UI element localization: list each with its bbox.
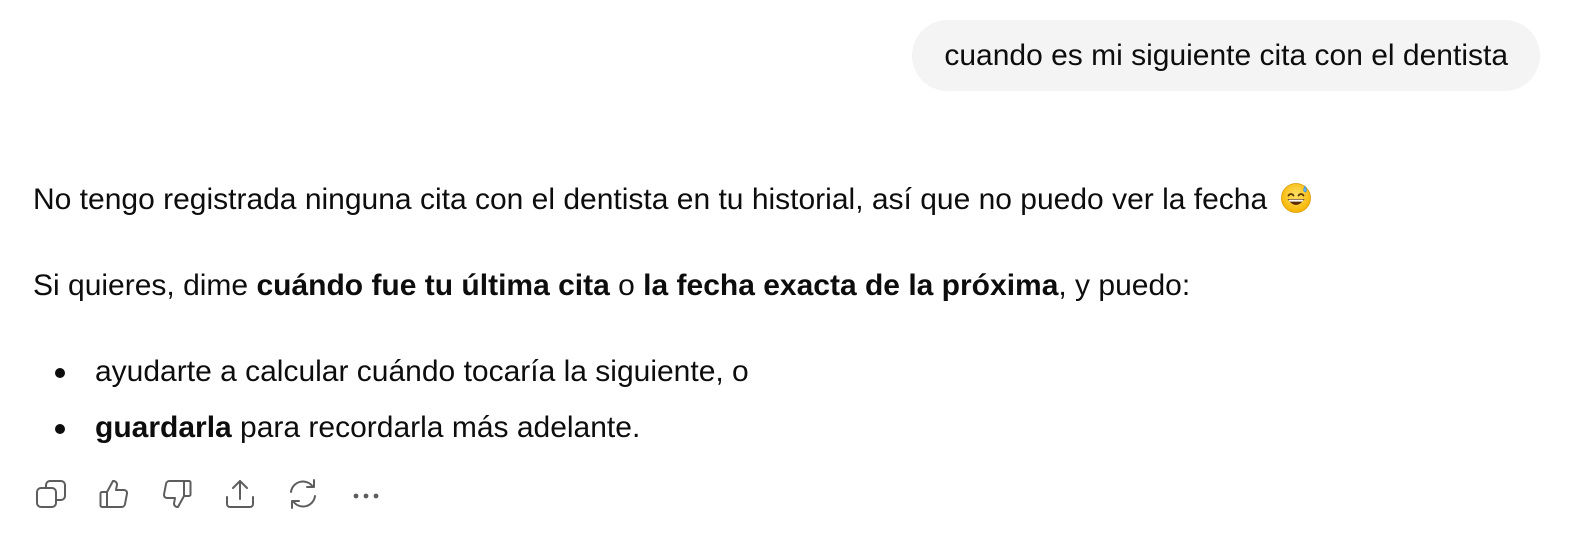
more-icon: [353, 493, 379, 499]
thumbs-down-button[interactable]: [159, 475, 195, 513]
list-item-text: para recordarla más adelante.: [231, 411, 641, 444]
list-item-text: ayudarte a calcular cuándo tocaría la si…: [95, 355, 749, 388]
grinning-face-with-sweat-icon: [1280, 183, 1311, 213]
paragraph-1-text: No tengo registrada ninguna cita con el …: [33, 183, 1268, 216]
bullet-dot: [55, 368, 65, 378]
copy-button[interactable]: [33, 475, 69, 513]
assistant-paragraph-2: Si quieres, dime cuándo fue tu última ci…: [33, 264, 1533, 308]
share-button[interactable]: [222, 475, 258, 513]
assistant-paragraph-1: No tengo registrada ninguna cita con el …: [33, 178, 1533, 222]
paragraph-2-intro: Si quieres, dime: [33, 269, 257, 302]
message-action-bar: [33, 475, 411, 513]
list-item: ayudarte a calcular cuándo tocaría la si…: [33, 350, 1533, 394]
user-message-bubble: cuando es mi siguiente cita con el denti…: [912, 20, 1540, 91]
paragraph-2-end: , y puedo:: [1058, 269, 1191, 302]
thumbs-up-button[interactable]: [96, 475, 132, 513]
share-icon: [226, 480, 254, 508]
list-item: guardarla para recordarla más adelante.: [33, 406, 1533, 450]
paragraph-2-bold-1: cuándo fue tu última cita: [256, 269, 610, 302]
copy-icon: [36, 480, 66, 508]
bullet-dot: [55, 424, 65, 434]
paragraph-2-connector: o: [609, 269, 644, 302]
regenerate-icon: [290, 479, 316, 509]
paragraph-2-bold-2: la fecha exacta de la próxima: [643, 269, 1059, 302]
thumbs-down-icon: [163, 479, 192, 508]
assistant-message: No tengo registrada ninguna cita con el …: [33, 178, 1533, 450]
list-item-bold: guardarla: [95, 411, 232, 444]
bullet-list: ayudarte a calcular cuándo tocaría la si…: [33, 350, 1533, 450]
more-options-button[interactable]: [348, 475, 384, 513]
user-message-text: cuando es mi siguiente cita con el denti…: [944, 38, 1508, 72]
thumbs-up-icon: [99, 480, 128, 509]
regenerate-button[interactable]: [285, 475, 321, 513]
